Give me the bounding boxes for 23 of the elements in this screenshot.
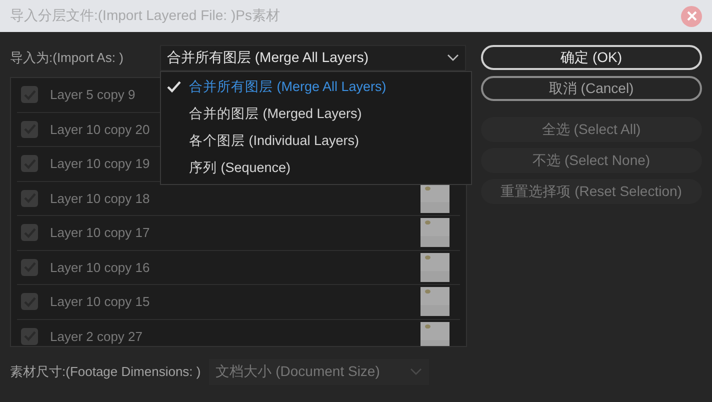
layer-name: Layer 10 copy 16 [50, 260, 150, 275]
menu-item[interactable]: 序列 (Sequence) [161, 154, 471, 181]
menu-item[interactable]: 合并所有图层 (Merge All Layers) [161, 73, 471, 100]
check-icon [167, 80, 181, 92]
window-title: 导入分层文件:(Import Layered File: )Ps素材 [10, 7, 280, 25]
layer-name: Layer 10 copy 20 [50, 122, 150, 137]
layer-name: Layer 2 copy 27 [50, 328, 143, 344]
chevron-icon [447, 54, 459, 62]
menu-item[interactable]: 合并的图层 (Merged Layers) [161, 100, 471, 127]
layer-name: Layer 10 copy 18 [50, 190, 150, 206]
dialog-button[interactable]: 确定 (OK) [480, 45, 702, 70]
menu-item[interactable]: 各个图层 (Individual Layers) [161, 127, 471, 154]
close-icon [686, 11, 696, 21]
footage-dimensions-label: 素材尺寸:(Footage Dimensions: ) [10, 363, 201, 381]
close-button[interactable] [681, 6, 702, 26]
import-as-label: 导入为:(Import As: ) [10, 49, 124, 67]
layer-name: Layer 10 copy 15 [50, 294, 150, 310]
layer-name: Layer 5 copy 9 [50, 87, 136, 102]
dialog-button[interactable]: 取消 (Cancel) [480, 76, 702, 101]
layer-name: Layer 10 copy 19 [50, 156, 150, 172]
chevron-icon [410, 368, 422, 376]
layer-name: Layer 10 copy 17 [50, 225, 150, 240]
import-as-dropdown[interactable]: 合并所有图层 (Merge All Layers) [160, 45, 466, 71]
